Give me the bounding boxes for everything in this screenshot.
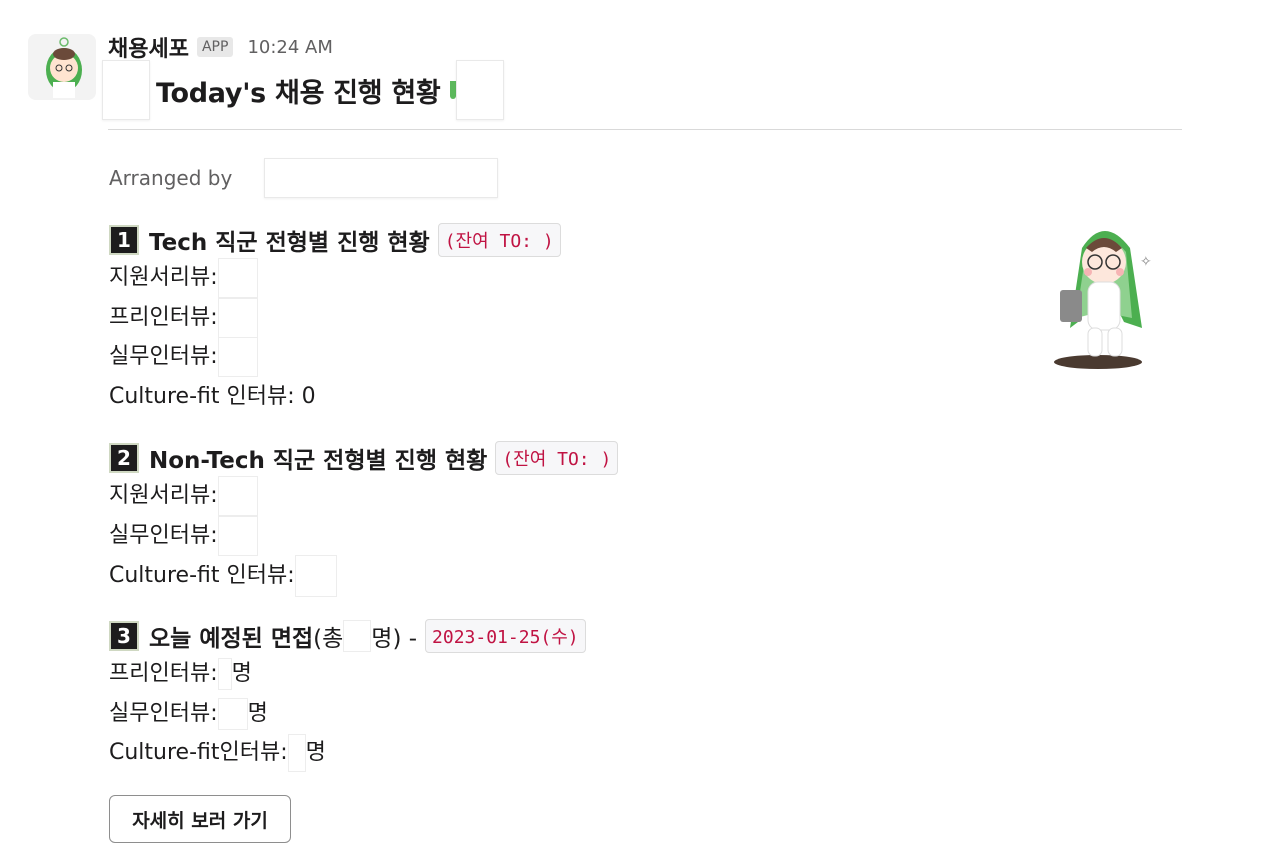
value-placeholder [287, 734, 306, 772]
value-placeholder [217, 658, 232, 690]
remaining-to-code: (잔여 TO: ) [437, 223, 561, 257]
value-placeholder [294, 555, 337, 597]
sender-name[interactable]: 채용세포 [108, 31, 189, 63]
section-tech: 1 Tech 직군 전형별 진행 현황 (잔여 TO: ) 지원서리뷰: 프리인… [109, 222, 561, 416]
section-title-text: Tech 직군 전형별 진행 현황 [149, 230, 430, 256]
message-title-row: Today's 채용 진행 현황 [102, 60, 505, 120]
list-item: 프리인터뷰: [109, 297, 561, 338]
emoji-placeholder [102, 60, 150, 120]
section-title-text: 오늘 예정된 면접 [149, 626, 314, 652]
list-item: Culture-fit 인터뷰: [109, 555, 618, 597]
number-two-icon: 2 [109, 443, 139, 473]
list-item: Culture-fit인터뷰: 명 [109, 733, 586, 773]
number-one-icon: 1 [109, 225, 139, 255]
arranged-label: Arranged by [109, 166, 233, 190]
value-placeholder [217, 515, 258, 556]
interview-date-code: 2023-01-25(수) [425, 619, 586, 653]
number-three-icon: 3 [109, 621, 139, 651]
total-count-prefix: (총 [313, 626, 344, 652]
bot-avatar[interactable] [28, 34, 96, 100]
value-placeholder [217, 697, 248, 730]
total-count-placeholder [343, 620, 372, 652]
section-title: 2 Non-Tech 직군 전형별 진행 현황 (잔여 TO: ) [109, 440, 619, 476]
arranged-by: Arranged by [109, 158, 499, 198]
svg-text:✧: ✧ [1140, 254, 1152, 270]
list-item: Culture-fit 인터뷰: 0 [109, 383, 316, 409]
section-today-interviews: 3 오늘 예정된 면접 (총 명) - 2023-01-25(수) 프리인터뷰:… [109, 618, 586, 773]
message-title: Today's 채용 진행 현황 [156, 77, 441, 109]
list-item: 지원서리뷰: [109, 258, 561, 298]
value-placeholder [217, 297, 258, 338]
view-details-button[interactable]: 자세히 보러 가기 [109, 795, 291, 843]
arranged-user-placeholder [264, 158, 499, 198]
section-non-tech: 2 Non-Tech 직군 전형별 진행 현황 (잔여 TO: ) 지원서리뷰:… [109, 440, 619, 597]
value-placeholder [217, 476, 258, 516]
list-item: 실무인터뷰: 명 [109, 694, 586, 734]
section-title-text: Non-Tech 직군 전형별 진행 현황 [149, 448, 488, 474]
remaining-to-code: (잔여 TO: ) [495, 441, 619, 475]
list-item: 프리인터뷰: 명 [109, 654, 586, 694]
mascot-illustration: ✧ [1052, 218, 1156, 374]
list-item: 실무인터뷰: [109, 337, 561, 377]
value-placeholder [217, 258, 258, 298]
section-title: 1 Tech 직군 전형별 진행 현황 (잔여 TO: ) [109, 222, 561, 258]
app-badge: APP [196, 37, 234, 57]
list-item: 지원서리뷰: [109, 476, 618, 516]
value-placeholder [217, 337, 258, 377]
section-title: 3 오늘 예정된 면접 (총 명) - 2023-01-25(수) [109, 618, 586, 654]
message-timestamp[interactable]: 10:24 AM [247, 37, 332, 58]
header-divider [108, 129, 1182, 130]
total-count-suffix: 명) - [371, 626, 418, 652]
list-item: 실무인터뷰: [109, 515, 618, 556]
emoji-placeholder [456, 60, 505, 120]
message-header: 채용세포 APP 10:24 AM [108, 30, 333, 64]
